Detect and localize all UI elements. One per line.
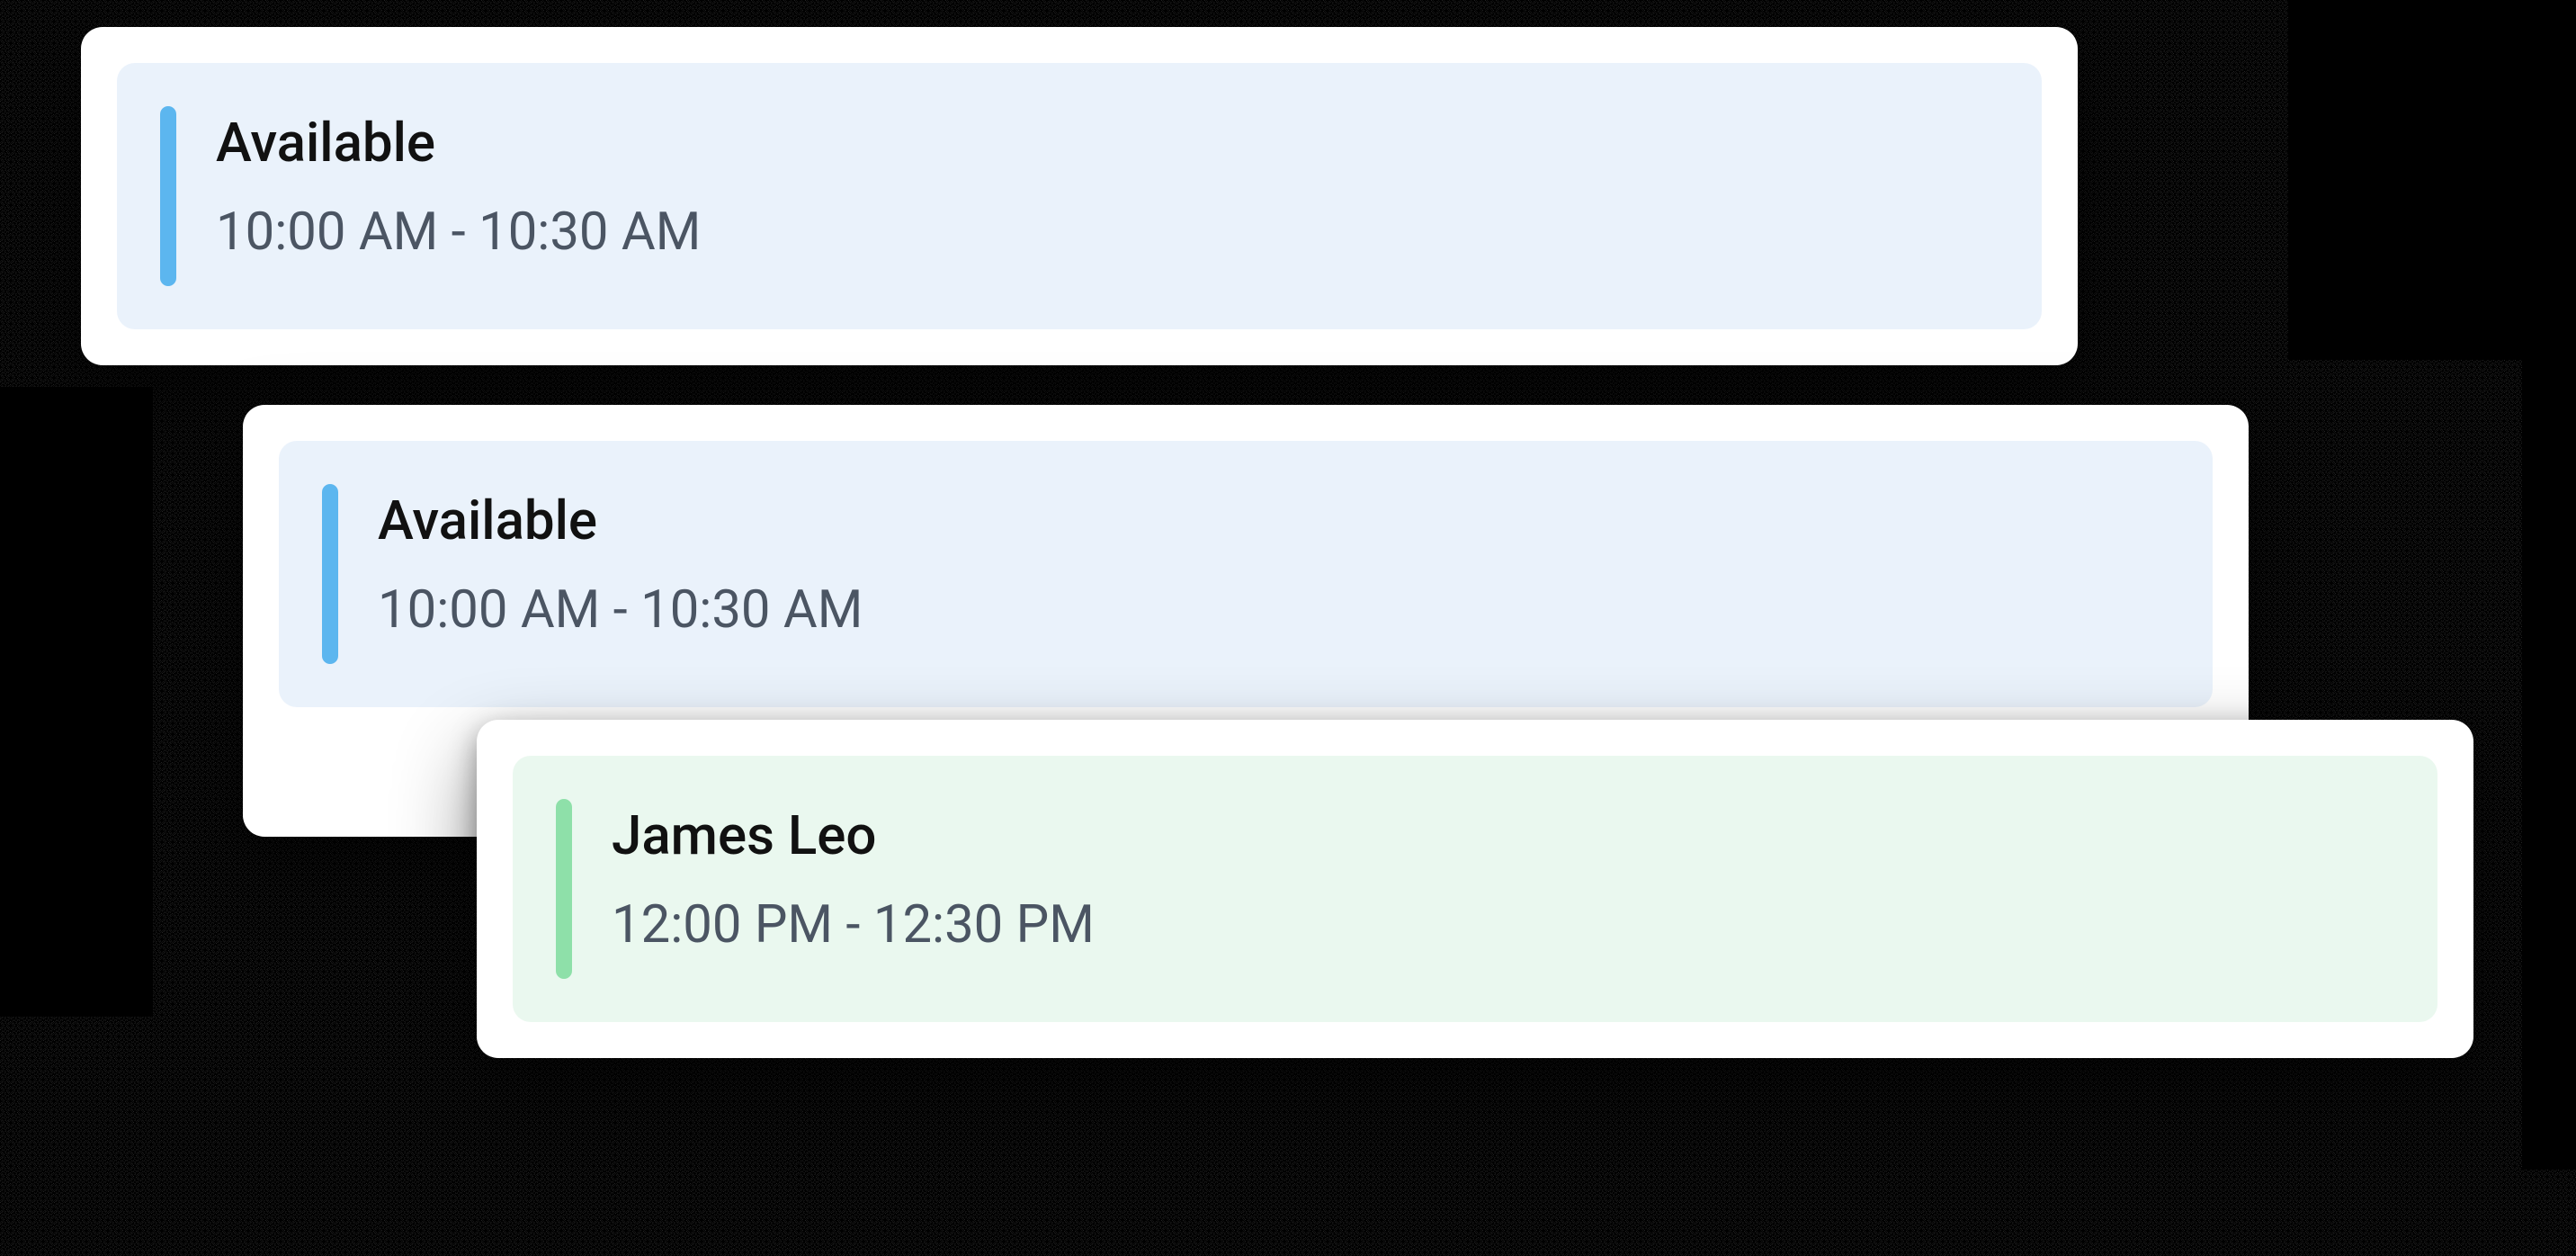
slot-text-group: James Leo 12:00 PM - 12:30 PM xyxy=(612,799,1095,955)
accent-bar-icon xyxy=(556,799,572,979)
slot-row: Available 10:00 AM - 10:30 AM xyxy=(117,63,2042,329)
slot-title: Available xyxy=(378,489,863,552)
black-mask-top-right xyxy=(2288,0,2576,360)
slot-time: 10:00 AM - 10:30 AM xyxy=(216,202,701,263)
black-mask-right xyxy=(2522,360,2576,1170)
slot-row: Available 10:00 AM - 10:30 AM xyxy=(279,441,2213,707)
slot-card-1[interactable]: Available 10:00 AM - 10:30 AM xyxy=(81,27,2078,365)
slot-text-group: Available 10:00 AM - 10:30 AM xyxy=(216,106,701,263)
slot-time: 12:00 PM - 12:30 PM xyxy=(612,895,1095,955)
slot-time: 10:00 AM - 10:30 AM xyxy=(378,580,863,641)
accent-bar-icon xyxy=(160,106,176,286)
slot-row: James Leo 12:00 PM - 12:30 PM xyxy=(513,756,2437,1022)
slot-title: Available xyxy=(216,112,701,174)
black-mask-left xyxy=(0,387,153,1017)
slot-title: James Leo xyxy=(612,804,1095,866)
slot-card-3[interactable]: James Leo 12:00 PM - 12:30 PM xyxy=(477,720,2473,1058)
slot-text-group: Available 10:00 AM - 10:30 AM xyxy=(378,484,863,641)
accent-bar-icon xyxy=(322,484,338,664)
